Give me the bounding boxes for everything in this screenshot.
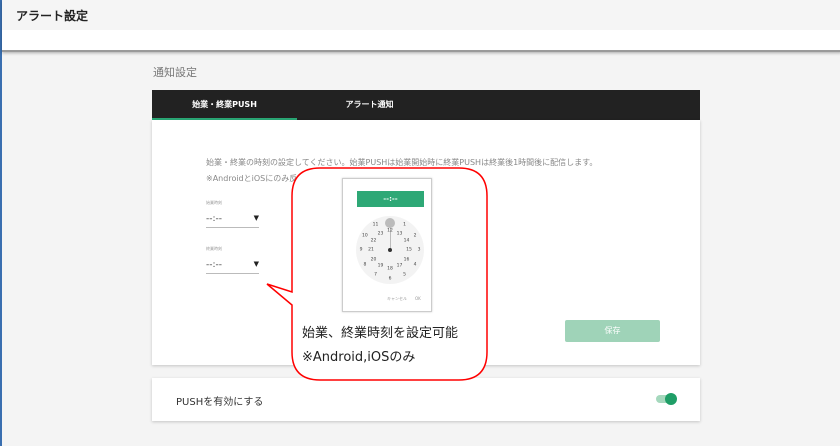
dial-hour-5: 5 xyxy=(403,272,406,278)
dial-hour-10: 10 xyxy=(362,233,368,238)
clock-dial: 1 2 3 4 5 6 7 8 9 10 11 12 13 14 15 16 17 18 19 20 21 22 23 xyxy=(356,216,424,284)
dial-hour-3: 3 xyxy=(417,247,421,253)
dial-hour-13: 13 xyxy=(396,231,403,237)
picker-display: --:-- xyxy=(357,191,424,207)
dial-hour-11: 11 xyxy=(372,222,379,228)
dial-hour-15: 15 xyxy=(406,247,412,253)
dial-hour-20: 20 xyxy=(370,257,377,262)
dial-hour-18: 18 xyxy=(387,266,393,272)
callout-line2: ※Android,iOSのみ xyxy=(302,350,416,365)
dial-hour-17: 17 xyxy=(396,263,403,269)
dial-hour-8: 8 xyxy=(363,262,367,267)
dial-hour-14: 14 xyxy=(403,238,410,243)
dial-hour-2: 2 xyxy=(413,233,417,238)
dial-hour-6: 6 xyxy=(388,276,392,282)
dial-hour-4: 4 xyxy=(413,262,417,267)
cancel-button[interactable]: キャンセル xyxy=(387,296,407,302)
time-picker-preview: --:-- 1 2 3 4 5 6 7 8 9 10 11 12 13 14 15 16 17 18 19 20 21 2… xyxy=(342,178,432,312)
callout-line1: 始業、終業時刻を設定可能 xyxy=(302,326,459,341)
dial-hour-7: 7 xyxy=(374,272,377,278)
dial-center xyxy=(388,248,392,252)
ok-button[interactable]: OK xyxy=(415,296,421,301)
dial-hour-21: 21 xyxy=(368,247,374,253)
dial-hour-22: 22 xyxy=(370,238,377,243)
dial-hour-16: 16 xyxy=(403,257,410,262)
dial-hour-9: 9 xyxy=(359,247,363,253)
dial-hour-12: 12 xyxy=(387,228,393,234)
dial-hour-23: 23 xyxy=(377,231,384,237)
dial-hour-1: 1 xyxy=(403,222,406,228)
dial-hour-19: 19 xyxy=(377,263,384,269)
